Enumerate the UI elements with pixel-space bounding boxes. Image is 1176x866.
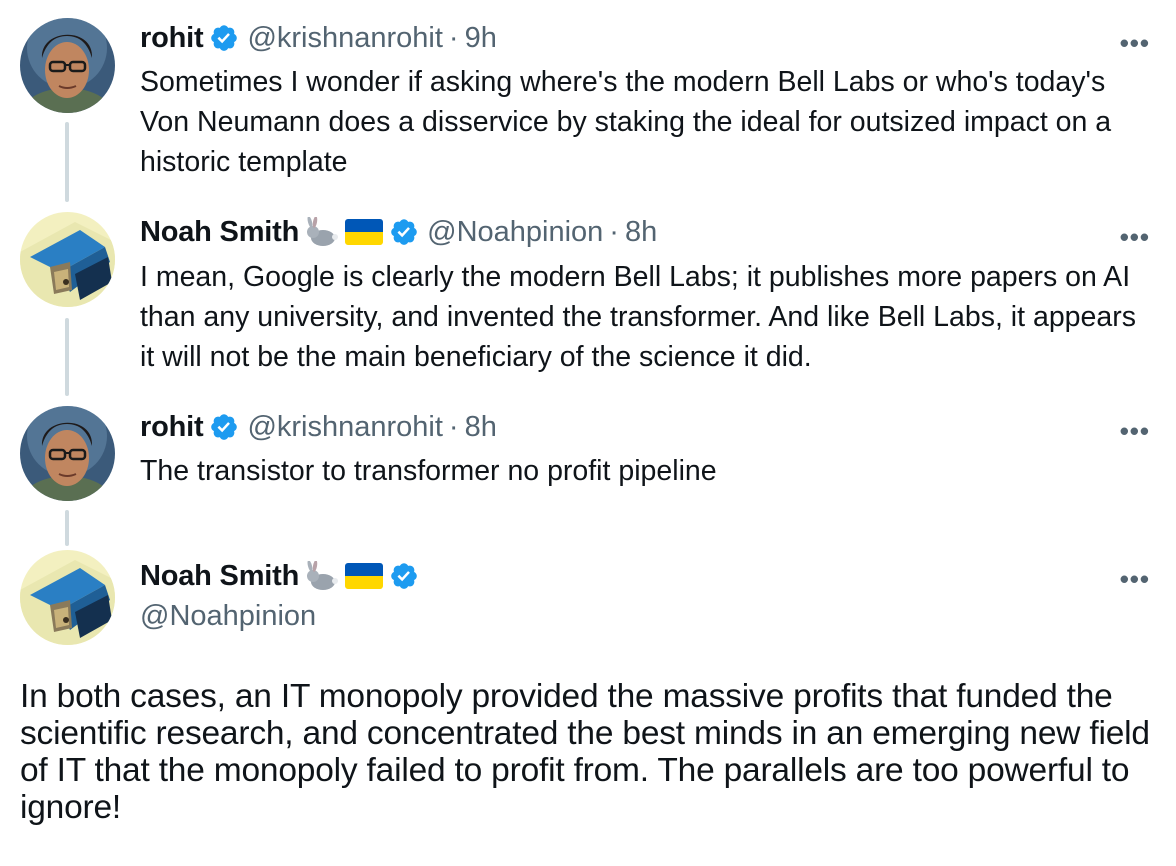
author-handle[interactable]: @Noahpinion: [140, 600, 316, 633]
tweet-text: The transistor to transformer no profit …: [140, 455, 717, 487]
author-name[interactable]: Noah Smith: [140, 560, 299, 593]
author-name[interactable]: Noah Smith: [140, 216, 299, 249]
rabbit-icon: [303, 216, 339, 247]
ukraine-flag-icon: [345, 219, 384, 245]
more-options-icon[interactable]: •••: [1120, 30, 1150, 56]
verified-badge-icon: [389, 217, 419, 247]
main-tweet-header: Noah Smith: [140, 556, 427, 596]
author-name[interactable]: rohit: [140, 411, 204, 444]
tweet-header: rohit @krishnanrohit · 9h: [140, 18, 497, 58]
separator: ·: [609, 215, 619, 248]
verified-badge-icon: [389, 561, 419, 591]
separator: ·: [448, 21, 459, 54]
author-handle[interactable]: @Noahpinion: [427, 216, 603, 249]
noah-avatar[interactable]: [20, 212, 115, 307]
tweet-header: Noah Smith @Noahpinion · 8h: [140, 212, 657, 252]
noah-avatar[interactable]: [20, 550, 115, 645]
author-handle[interactable]: @krishnanrohit: [247, 22, 442, 55]
timestamp[interactable]: 8h: [625, 216, 657, 249]
thread-connector: [65, 510, 69, 546]
timestamp[interactable]: 8h: [465, 411, 497, 444]
rabbit-icon: [303, 560, 339, 591]
rohit-avatar[interactable]: [20, 18, 115, 113]
author-handle[interactable]: @krishnanrohit: [247, 411, 442, 444]
tweet-header: rohit @krishnanrohit · 8h: [140, 407, 497, 447]
tweet-text: Sometimes I wonder if asking where's the…: [140, 66, 1112, 178]
separator: ·: [448, 410, 459, 443]
thread-connector: [65, 318, 69, 396]
main-tweet-text: In both cases, an IT monopoly provided t…: [20, 678, 1150, 826]
author-name[interactable]: rohit: [140, 22, 204, 55]
verified-badge-icon: [209, 23, 239, 53]
main-tweet-handle-row: @Noahpinion: [140, 596, 316, 636]
more-options-icon[interactable]: •••: [1120, 566, 1150, 592]
more-options-icon[interactable]: •••: [1120, 224, 1150, 250]
timestamp[interactable]: 9h: [465, 22, 497, 55]
more-options-icon[interactable]: •••: [1120, 418, 1150, 444]
ukraine-flag-icon: [345, 563, 384, 589]
rohit-avatar[interactable]: [20, 406, 115, 501]
thread-connector: [65, 122, 69, 202]
verified-badge-icon: [209, 412, 239, 442]
tweet-text: I mean, Google is clearly the modern Bel…: [140, 261, 1136, 373]
